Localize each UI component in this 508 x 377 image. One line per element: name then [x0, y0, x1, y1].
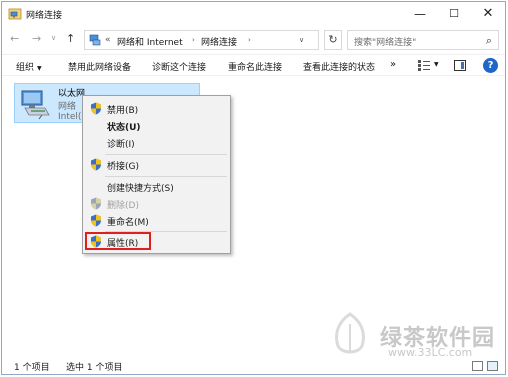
menu-item-label: 禁用(B)	[107, 106, 139, 116]
minimize-button[interactable]: —	[403, 2, 437, 26]
menu-item-label: 桥接(G)	[107, 162, 139, 172]
menu-item-label: 删除(D)	[107, 201, 139, 211]
status-bar: 1 个项目 选中 1 个项目	[2, 357, 505, 375]
address-row: ← → ∨ ↑ « 网络和 Internet › 网络连接 › ∨ ↻ 搜索"网…	[2, 28, 505, 52]
adapter-name: 以太网	[58, 89, 86, 99]
rename-connection-button[interactable]: 重命名此连接	[228, 60, 282, 73]
up-arrow-icon[interactable]: ↑	[66, 32, 75, 45]
uac-shield-icon	[91, 102, 101, 115]
menu-item-diagnose[interactable]: 诊断(I)	[83, 134, 230, 151]
item-count: 1 个项目	[14, 363, 50, 373]
organize-label: 组织	[16, 63, 35, 73]
file-list-area[interactable]: 以太网 网络 Intel(R	[2, 77, 505, 355]
network-folder-icon	[8, 8, 22, 20]
context-menu: 禁用(B) 状态(U) 诊断(I) 桥接(G) 创建快捷方式(S) 删除(D) …	[82, 95, 231, 254]
menu-separator	[105, 154, 227, 155]
search-icon[interactable]: ⌕	[486, 34, 492, 48]
organize-menu-button[interactable]: 组织 ▼	[16, 60, 42, 73]
window-title: 网络连接	[26, 11, 63, 21]
search-input[interactable]: 搜索"网络连接" ⌕	[347, 30, 499, 50]
change-view-icon[interactable]	[418, 60, 430, 71]
maximize-button[interactable]: ☐	[437, 2, 471, 26]
recent-locations-chevron-icon[interactable]: ∨	[51, 34, 56, 42]
diagnose-connection-button[interactable]: 诊断这个连接	[152, 60, 206, 73]
breadcrumb-separator-icon[interactable]: ›	[248, 36, 251, 44]
selected-count: 选中 1 个项目	[66, 363, 123, 373]
breadcrumb-network-connections[interactable]: 网络连接	[201, 35, 237, 48]
uac-shield-icon	[91, 158, 101, 171]
network-connections-icon	[89, 34, 101, 46]
menu-item-rename[interactable]: 重命名(M)	[83, 212, 230, 229]
search-placeholder: 搜索"网络连接"	[354, 38, 417, 48]
caret-down-icon: ▼	[37, 65, 42, 72]
breadcrumb-separator-icon[interactable]: ›	[192, 36, 195, 44]
menu-item-label: 诊断(I)	[107, 140, 135, 150]
preview-pane-icon[interactable]	[454, 60, 466, 71]
help-icon[interactable]: ?	[483, 58, 498, 73]
view-status-button[interactable]: 查看此连接的状态	[303, 60, 375, 73]
menu-item-bridge[interactable]: 桥接(G)	[83, 156, 230, 173]
large-icons-view-icon[interactable]	[487, 361, 498, 371]
menu-item-disable[interactable]: 禁用(B)	[83, 100, 230, 117]
leaf-logo-icon	[335, 312, 365, 354]
watermark-url: www.33LC.com	[388, 346, 473, 359]
command-bar: 组织 ▼ 禁用此网络设备 诊断这个连接 重命名此连接 查看此连接的状态 » ▼ ?	[2, 54, 505, 76]
refresh-button[interactable]: ↻	[324, 30, 342, 50]
uac-shield-icon	[91, 214, 101, 227]
back-arrow-icon[interactable]: ←	[10, 32, 19, 45]
menu-item-label: 重命名(M)	[107, 218, 149, 228]
disable-device-button[interactable]: 禁用此网络设备	[68, 60, 131, 73]
breadcrumb-network-internet[interactable]: 网络和 Internet	[117, 35, 183, 48]
ethernet-adapter-icon	[21, 90, 50, 120]
more-commands-icon[interactable]: »	[390, 59, 396, 70]
menu-item-label: 创建快捷方式(S)	[107, 184, 174, 194]
address-bar[interactable]: « 网络和 Internet › 网络连接 › ∨	[84, 30, 319, 50]
uac-shield-icon	[91, 197, 101, 210]
menu-item-status[interactable]: 状态(U)	[83, 117, 230, 134]
details-view-icon[interactable]	[472, 361, 483, 371]
menu-item-delete: 删除(D)	[83, 195, 230, 212]
explorer-window: 网络连接 — ☐ ✕ ← → ∨ ↑ « 网络和 Internet › 网络连接…	[1, 1, 506, 375]
properties-highlight-box	[85, 232, 151, 250]
menu-item-create-shortcut[interactable]: 创建快捷方式(S)	[83, 178, 230, 195]
breadcrumb-overflow[interactable]: «	[105, 35, 111, 45]
adapter-status: 网络	[58, 102, 77, 112]
forward-arrow-icon[interactable]: →	[32, 32, 41, 45]
view-options-dropdown-icon[interactable]: ▼	[434, 61, 439, 68]
close-button[interactable]: ✕	[471, 2, 505, 26]
address-dropdown-icon[interactable]: ∨	[299, 36, 304, 44]
menu-item-label: 状态(U)	[107, 123, 141, 133]
menu-separator	[105, 176, 227, 177]
title-bar: 网络连接 — ☐ ✕	[2, 2, 505, 26]
